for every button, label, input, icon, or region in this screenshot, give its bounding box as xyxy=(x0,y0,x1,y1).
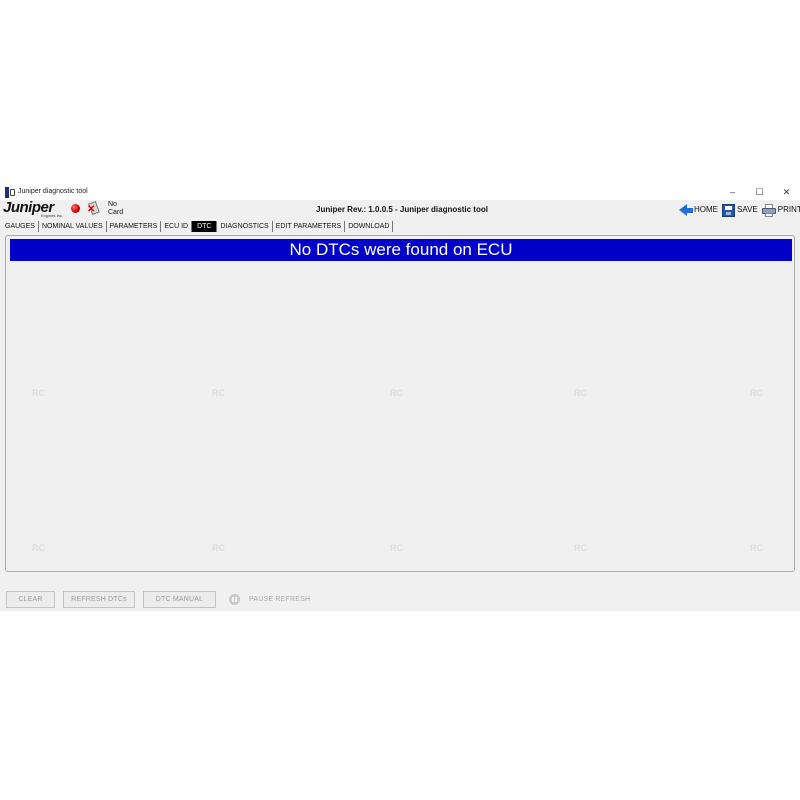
no-card-icon: ✕ xyxy=(87,200,101,216)
tab-ecu-id[interactable]: ECU ID xyxy=(161,221,193,232)
pause-refresh-label: PAUSE REFRESH xyxy=(249,596,311,603)
print-button[interactable]: PRINT xyxy=(761,203,800,217)
header: Juniper Engines Inc. ✕ No Card Juniper R… xyxy=(0,200,800,220)
watermark: RC xyxy=(750,543,763,553)
tab-gauges[interactable]: GAUGES xyxy=(3,221,39,232)
watermark: RC xyxy=(750,388,763,398)
pause-refresh-toggle[interactable]: PAUSE REFRESH xyxy=(229,591,310,608)
header-actions: HOME SAVE PRINT xyxy=(679,202,800,218)
card-status-label: No Card xyxy=(108,201,124,216)
save-button[interactable]: SAVE xyxy=(722,203,758,217)
maximize-button[interactable]: ☐ xyxy=(746,184,773,200)
save-label: SAVE xyxy=(737,205,758,214)
dtc-panel: No DTCs were found on ECU xyxy=(5,235,795,572)
tab-download[interactable]: DOWNLOAD xyxy=(345,221,394,232)
home-arrow-icon xyxy=(679,204,687,216)
app-window: Juniper diagnostic tool – ☐ ✕ Juniper En… xyxy=(0,184,800,611)
pause-icon xyxy=(229,594,240,605)
dtc-manual-button[interactable]: DTC MANUAL xyxy=(143,591,216,608)
printer-icon xyxy=(761,203,776,217)
minimize-button[interactable]: – xyxy=(719,184,746,200)
home-button[interactable]: HOME xyxy=(679,204,718,216)
connection-status-icon xyxy=(71,204,80,213)
watermark: RC xyxy=(212,543,225,553)
app-title: Juniper Rev.: 1.0.0.5 - Juniper diagnost… xyxy=(316,205,488,214)
app-icon xyxy=(5,186,15,198)
watermark: RC xyxy=(32,543,45,553)
watermark: RC xyxy=(574,388,587,398)
tab-dtc[interactable]: DTC xyxy=(192,221,218,232)
tab-bar: GAUGES NOMINAL VALUES PARAMETERS ECU ID … xyxy=(3,221,394,232)
watermark: RC xyxy=(390,543,403,553)
home-label: HOME xyxy=(694,205,718,214)
tab-edit-parameters[interactable]: EDIT PARAMETERS xyxy=(273,221,346,232)
watermark: RC xyxy=(390,388,403,398)
refresh-dtcs-button[interactable]: REFRESH DTCs xyxy=(63,591,135,608)
tab-diagnostics[interactable]: DIAGNOSTICS xyxy=(217,221,273,232)
clear-button[interactable]: CLEAR xyxy=(6,591,55,608)
tab-nominal-values[interactable]: NOMINAL VALUES xyxy=(39,221,107,232)
logo-subtext: Engines Inc. xyxy=(41,213,64,218)
close-button[interactable]: ✕ xyxy=(773,184,800,200)
title-bar: Juniper diagnostic tool – ☐ ✕ xyxy=(0,184,800,200)
watermark: RC xyxy=(212,388,225,398)
floppy-disk-icon xyxy=(722,203,735,217)
watermark: RC xyxy=(574,543,587,553)
tab-parameters[interactable]: PARAMETERS xyxy=(107,221,162,232)
juniper-logo: Juniper Engines Inc. xyxy=(3,200,67,220)
watermark: RC xyxy=(32,388,45,398)
dtc-status-banner: No DTCs were found on ECU xyxy=(10,239,792,261)
print-label: PRINT xyxy=(777,205,800,214)
bottom-toolbar: CLEAR REFRESH DTCs DTC MANUAL PAUSE REFR… xyxy=(0,591,800,609)
window-controls: – ☐ ✕ xyxy=(719,184,800,200)
window-title: Juniper diagnostic tool xyxy=(18,188,88,195)
